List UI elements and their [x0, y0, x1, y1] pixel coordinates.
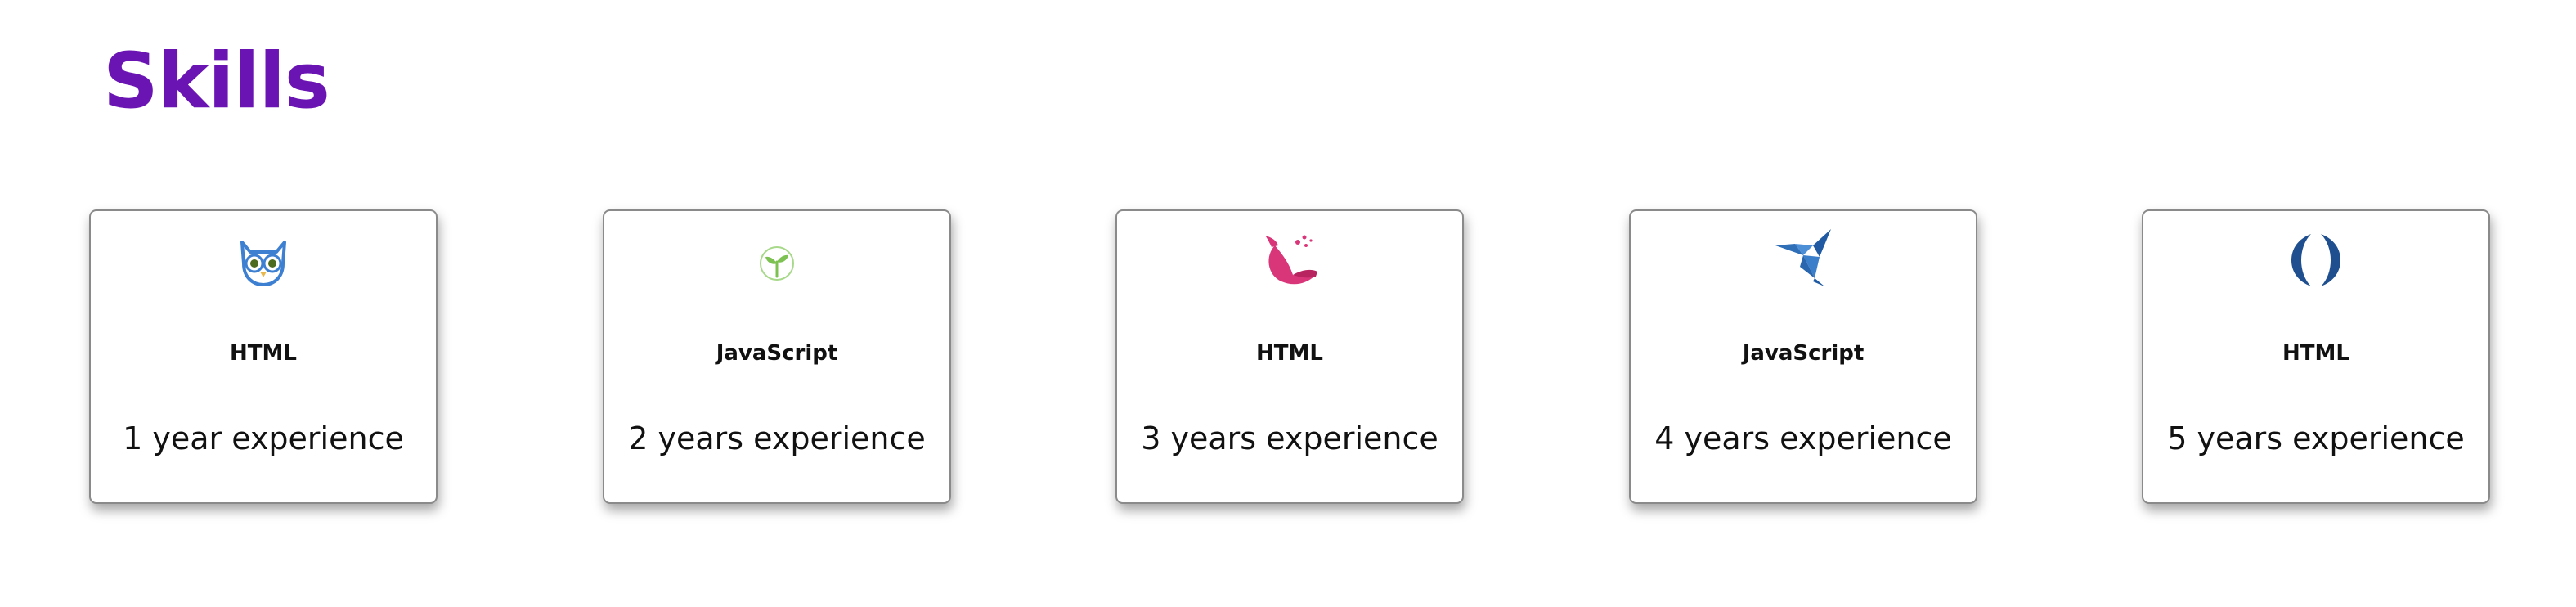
experience-text: 4 years experience [1654, 420, 1952, 456]
skills-page: Skills HTML 1 year experience JavaScript… [0, 0, 2576, 607]
experience-text: 3 years experience [1141, 420, 1438, 456]
experience-text: 5 years experience [2167, 420, 2465, 456]
owl-icon [231, 227, 296, 293]
whale-icon [1257, 227, 1322, 293]
parentheses-icon [2283, 227, 2349, 293]
skill-card: HTML 1 year experience [89, 209, 438, 504]
skill-name: JavaScript [1742, 341, 1865, 366]
experience-text: 2 years experience [628, 420, 926, 456]
skill-card: HTML 3 years experience [1115, 209, 1464, 504]
skill-name: HTML [230, 341, 297, 366]
skill-name: HTML [1256, 341, 1323, 366]
page-title: Skills [103, 37, 330, 126]
skill-card: HTML 5 years experience [2142, 209, 2490, 504]
skills-list: HTML 1 year experience JavaScript 2 year… [0, 209, 2576, 507]
skill-name: HTML [2282, 341, 2349, 366]
skill-name: JavaScript [716, 341, 838, 366]
origami-bird-icon [1770, 227, 1836, 293]
skill-card: JavaScript 4 years experience [1629, 209, 1977, 504]
experience-text: 1 year experience [123, 420, 404, 456]
skill-card: JavaScript 2 years experience [603, 209, 951, 504]
sprout-icon [744, 227, 810, 293]
